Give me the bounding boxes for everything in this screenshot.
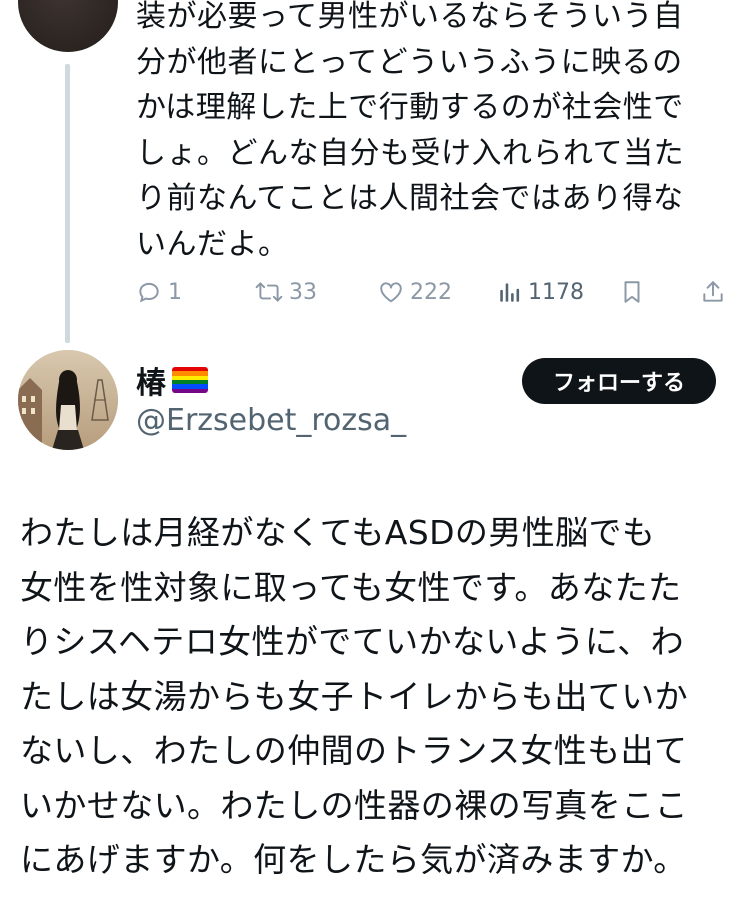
reply-count: 1 [168, 279, 182, 305]
bookmark-icon [624, 281, 640, 303]
parent-line: り前なんてことは人間社会ではあり得な [136, 181, 684, 216]
body-line: たしは女湯からも女子トイレからも出ていか [20, 676, 688, 716]
main-avatar[interactable] [18, 350, 118, 450]
views-button[interactable]: 1178 [498, 270, 584, 314]
retweet-count: 33 [289, 279, 317, 305]
reply-icon [139, 282, 159, 303]
user-handle[interactable]: @Erzsebet_rozsa_ [136, 403, 406, 438]
parent-line: かは理解した上で行動するのが社会性で [136, 90, 684, 125]
parent-avatar[interactable] [18, 0, 118, 52]
parent-line: 装が必要って男性がいるならそういう自 [136, 0, 684, 34]
avatar-image [18, 350, 118, 450]
body-line: いかせない。わたしの性器の裸の写真をここ [20, 785, 688, 825]
display-name[interactable]: 椿 [136, 358, 166, 402]
follow-button[interactable]: フォローする [522, 358, 716, 404]
share-button[interactable] [700, 270, 726, 314]
like-button[interactable]: 222 [378, 270, 452, 314]
main-tweet-text: わたしは月経がなくてもASDの男性脳でも 女性を性対象に取っても女性です。あなた… [20, 506, 726, 888]
parent-line: しょ。どんな自分も受け入れられて当た [136, 135, 685, 171]
body-line: りシスヘテロ女性がでていかないように、わ [20, 622, 685, 661]
body-line: にあげますか。何をしたら気が済みますか。 [20, 840, 687, 879]
retweet-icon [255, 282, 283, 302]
body-line: わたしは月経がなくてもASDの男性脳でも [20, 513, 656, 552]
parent-line: 分が他者にとってどういうふうに映るの [136, 44, 683, 80]
parent-tweet-text: 装が必要って男性がいるならそういう自 分が他者にとってどういうふうに映るの かは… [136, 0, 716, 267]
like-count: 222 [410, 279, 452, 305]
author-name-row[interactable]: 椿 [136, 358, 208, 402]
bookmark-button[interactable] [620, 270, 644, 314]
views-count: 1178 [528, 279, 584, 305]
retweet-button[interactable]: 33 [255, 270, 317, 314]
share-icon [703, 281, 723, 302]
body-line: 女性を性対象に取っても女性です。あなたた [20, 567, 682, 607]
reply-button[interactable]: 1 [136, 270, 182, 314]
body-line: ないし、わたしの仲間のトランス女性も出て [20, 731, 688, 770]
parent-line: いんだよ。 [136, 226, 289, 262]
parent-tweet-actions: 1 33 222 1178 [0, 270, 737, 314]
views-icon [500, 283, 520, 302]
rainbow-flag-icon [172, 367, 208, 393]
heart-icon [380, 282, 402, 303]
